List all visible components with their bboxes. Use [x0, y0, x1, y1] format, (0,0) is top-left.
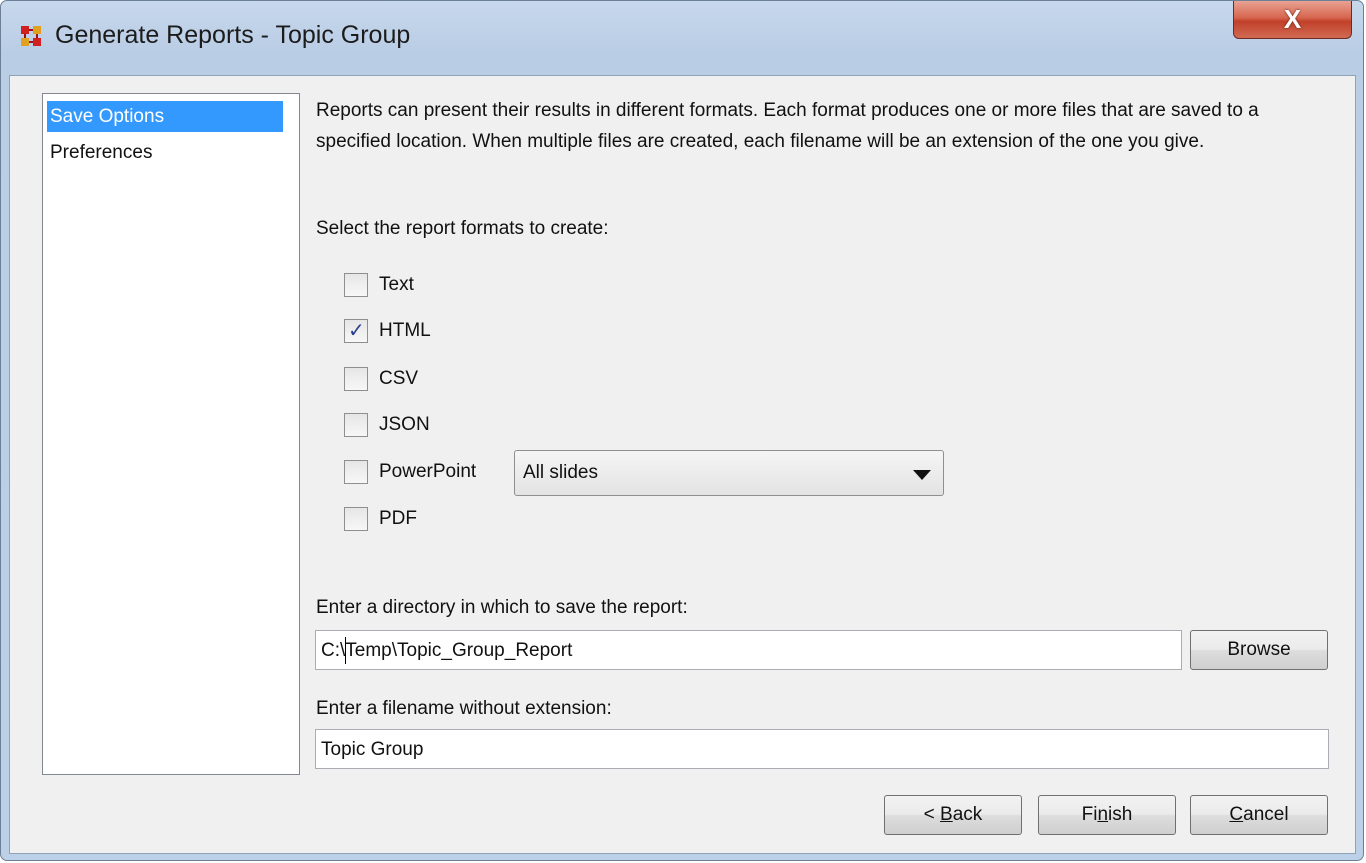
dialog-window: Generate Reports - Topic Group X Save Op… — [0, 0, 1364, 861]
finish-label-rest: ish — [1108, 804, 1133, 825]
finish-button[interactable]: Finish — [1038, 795, 1176, 835]
directory-input[interactable]: C:\Temp\Topic_Group_Report — [315, 630, 1182, 670]
json-checkbox[interactable] — [344, 413, 368, 437]
back-label-prefix: < — [923, 804, 941, 825]
pdf-checkbox-label: PDF — [379, 508, 417, 529]
text-checkbox[interactable] — [344, 273, 368, 297]
browse-button[interactable]: Browse — [1190, 630, 1328, 670]
directory-value: C:\Temp\Topic_Group_Report — [321, 640, 573, 661]
back-button[interactable]: < Back — [884, 795, 1022, 835]
directory-label: Enter a directory in which to save the r… — [316, 597, 688, 618]
powerpoint-slides-dropdown[interactable]: All slides — [514, 450, 944, 496]
nav-item-save-options[interactable]: Save Options — [47, 101, 283, 132]
close-icon: X — [1283, 4, 1302, 34]
json-checkbox-label: JSON — [379, 414, 430, 435]
formats-label: Select the report formats to create: — [316, 218, 609, 239]
window-title: Generate Reports - Topic Group — [55, 21, 411, 49]
powerpoint-slides-value: All slides — [523, 462, 598, 483]
powerpoint-checkbox[interactable] — [344, 460, 368, 484]
cancel-button[interactable]: Cancel — [1190, 795, 1328, 835]
back-label-mnemonic: B — [940, 804, 953, 825]
pdf-checkbox[interactable] — [344, 507, 368, 531]
back-label-rest: ack — [952, 804, 983, 825]
description-text: Reports can present their results in dif… — [316, 100, 1259, 152]
csv-checkbox-label: CSV — [379, 368, 419, 389]
csv-checkbox[interactable] — [344, 367, 368, 391]
dialog-content: Save Options Preferences Reports can pre… — [9, 75, 1356, 854]
title-bar[interactable]: Generate Reports - Topic Group X — [1, 1, 1363, 75]
finish-label-mnemonic: n — [1097, 804, 1109, 825]
cancel-label-mnemonic: C — [1229, 804, 1244, 825]
powerpoint-checkbox-label: PowerPoint — [379, 461, 477, 482]
checkmark-icon: ✓ — [348, 320, 365, 342]
cancel-label-rest: ancel — [1243, 804, 1289, 825]
filename-input[interactable]: Topic Group — [315, 729, 1329, 769]
app-network-icon — [21, 26, 41, 46]
nav-item-preferences[interactable]: Preferences — [47, 137, 152, 168]
dropdown-arrow-icon — [913, 470, 931, 480]
filename-label: Enter a filename without extension: — [316, 698, 612, 719]
html-checkbox[interactable]: ✓ — [344, 319, 368, 343]
html-checkbox-label: HTML — [379, 320, 431, 341]
close-button[interactable]: X — [1233, 1, 1352, 39]
options-nav-list[interactable]: Save Options Preferences — [42, 93, 300, 775]
text-caret — [345, 637, 346, 664]
filename-value: Topic Group — [321, 739, 424, 760]
text-checkbox-label: Text — [379, 274, 414, 295]
finish-label-prefix: Fi — [1081, 804, 1098, 825]
